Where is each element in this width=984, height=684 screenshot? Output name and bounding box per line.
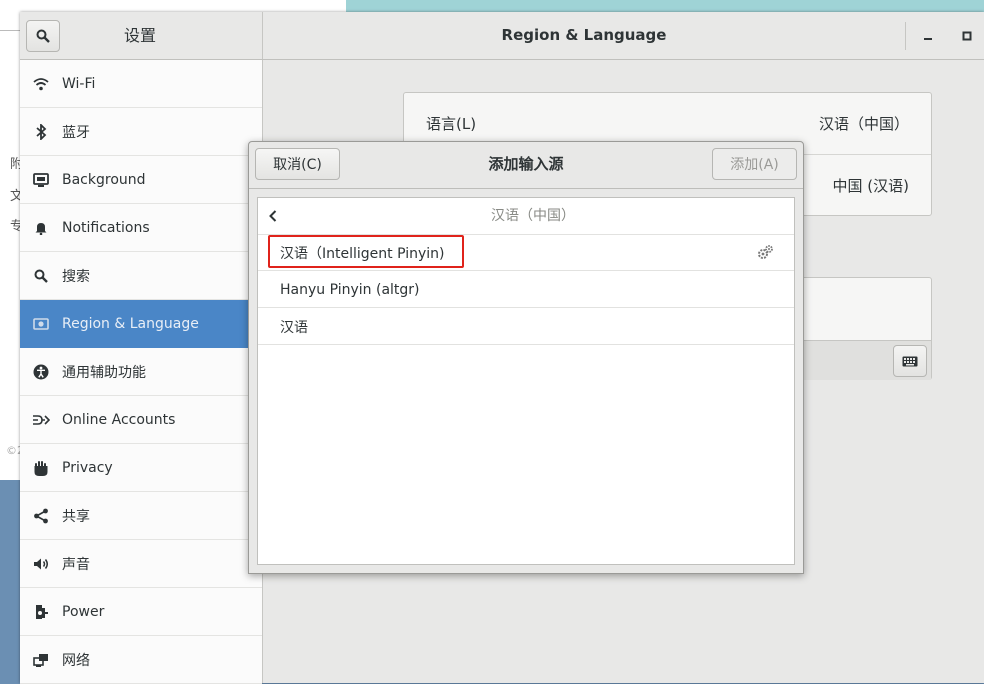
sidebar-item-sharing[interactable]: 共享 xyxy=(20,492,262,540)
list-header-title: 汉语（中国） xyxy=(491,208,575,224)
sidebar-item-power[interactable]: Power xyxy=(20,588,262,636)
network-icon xyxy=(33,653,48,667)
speaker-icon xyxy=(34,558,48,569)
maximize-icon xyxy=(962,31,972,41)
sidebar-item-bluetooth[interactable]: 蓝牙 xyxy=(20,108,262,156)
dialog-header: 取消(C) 添加输入源 添加(A) xyxy=(249,142,803,189)
minimize-button[interactable] xyxy=(916,24,940,48)
sidebar-title: 设置 xyxy=(123,26,156,45)
search-icon xyxy=(36,29,50,43)
sidebar: Wi-Fi 蓝牙 Background Notifications 搜索 Reg… xyxy=(20,60,263,684)
chevron-left-icon xyxy=(269,210,277,222)
header-bar: 设置 Region & Language xyxy=(20,12,984,60)
list-header: 汉语（中国） xyxy=(258,198,794,235)
bluetooth-icon xyxy=(36,123,47,140)
page-title: Region & Language xyxy=(501,26,667,44)
sidebar-item-label: 蓝牙 xyxy=(62,124,90,141)
sidebar-item-label: 网络 xyxy=(62,652,90,669)
add-button[interactable]: 添加(A) xyxy=(712,148,797,180)
minimize-icon xyxy=(924,38,932,40)
list-item[interactable]: Hanyu Pinyin (altgr) xyxy=(258,272,794,308)
gears-icon xyxy=(758,245,773,259)
sidebar-item-label: 共享 xyxy=(62,508,90,525)
sidebar-item-search[interactable]: 搜索 xyxy=(20,252,262,300)
background-divider xyxy=(0,30,20,31)
wifi-icon xyxy=(33,77,49,90)
sidebar-item-label: Power xyxy=(62,603,105,620)
accessibility-icon xyxy=(33,364,49,379)
dialog-title: 添加输入源 xyxy=(488,155,564,173)
language-label: 语言(L) xyxy=(426,114,477,133)
sidebar-item-network[interactable]: 网络 xyxy=(20,636,262,684)
sidebar-item-label: Region & Language xyxy=(62,316,199,332)
list-item-label: Hanyu Pinyin (altgr) xyxy=(280,281,420,298)
sidebar-item-sound[interactable]: 声音 xyxy=(20,540,262,588)
sidebar-item-privacy[interactable]: Privacy xyxy=(20,444,262,492)
maximize-button[interactable] xyxy=(955,24,979,48)
add-input-source-dialog: 取消(C) 添加输入源 添加(A) 汉语（中国） 汉语（Intelligent … xyxy=(248,141,804,574)
list-item-label: 汉语 xyxy=(280,319,308,336)
region-icon xyxy=(33,318,49,330)
cancel-button[interactable]: 取消(C) xyxy=(255,148,340,180)
input-source-list: 汉语（中国） 汉语（Intelligent Pinyin) Hanyu Piny… xyxy=(257,197,795,565)
bell-icon xyxy=(35,222,47,235)
sidebar-item-label: Online Accounts xyxy=(62,411,176,428)
sidebar-item-label: Notifications xyxy=(62,219,150,236)
power-icon xyxy=(36,604,48,619)
background-window-strip xyxy=(346,0,984,12)
language-value: 汉语（中国） xyxy=(818,114,909,133)
sidebar-item-online-accounts[interactable]: Online Accounts xyxy=(20,396,262,444)
formats-value: 中国 (汉语) xyxy=(832,176,909,195)
sidebar-item-label: 搜索 xyxy=(62,268,90,285)
header-divider xyxy=(905,22,906,50)
list-item-label: 汉语（Intelligent Pinyin) xyxy=(280,245,445,262)
sidebar-item-wifi[interactable]: Wi-Fi xyxy=(20,60,262,108)
sidebar-item-background[interactable]: Background xyxy=(20,156,262,204)
sidebar-item-label: Background xyxy=(62,171,146,188)
keyboard-icon xyxy=(902,356,918,366)
hand-icon xyxy=(34,460,48,476)
share-icon xyxy=(34,508,48,523)
sidebar-item-label: 通用辅助功能 xyxy=(62,364,146,381)
sidebar-item-accessibility[interactable]: 通用辅助功能 xyxy=(20,348,262,396)
sidebar-item-label: 声音 xyxy=(62,556,90,573)
sidebar-item-notifications[interactable]: Notifications xyxy=(20,204,262,252)
keyboard-layout-button[interactable] xyxy=(893,345,927,377)
list-item[interactable]: 汉语 xyxy=(258,309,794,345)
settings-button[interactable] xyxy=(756,244,774,264)
back-button[interactable] xyxy=(264,207,282,225)
list-item[interactable]: 汉语（Intelligent Pinyin) xyxy=(258,235,794,271)
online-accounts-icon xyxy=(33,414,50,425)
search-icon xyxy=(34,269,48,283)
sidebar-item-label: Wi-Fi xyxy=(62,75,96,92)
sidebar-item-region-language[interactable]: Region & Language xyxy=(20,300,262,348)
sidebar-item-label: Privacy xyxy=(62,459,113,476)
background-icon xyxy=(33,172,49,187)
search-button[interactable] xyxy=(26,20,60,52)
